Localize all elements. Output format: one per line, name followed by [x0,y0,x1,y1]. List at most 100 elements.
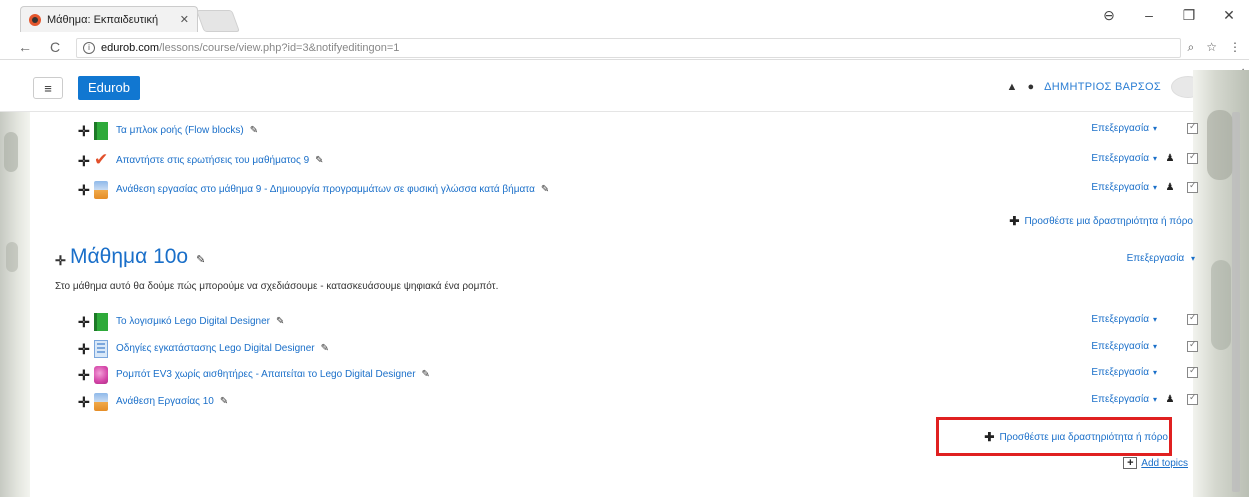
move-icon[interactable]: ✛ [78,395,90,409]
add-activity-label[interactable]: Προσθέστε μια δραστηριότητα ή πόρο [1024,216,1193,227]
chevron-down-icon[interactable]: ▾ [1153,124,1157,133]
pencil-icon[interactable]: ✎ [315,155,323,166]
info-icon[interactable]: i [83,42,95,54]
add-topics-link[interactable]: + Add topics [1123,457,1188,469]
edit-menu-link[interactable]: Επεξεργασία [1091,394,1149,405]
add-topics-label[interactable]: Add topics [1141,458,1188,469]
site-navbar: ≡ Edurob ▲ ● ΔΗΜΗΤΡΙΟΣ ΒΑΡΣΟΣ ▾ ▲ [0,60,1249,112]
chevron-down-icon[interactable]: ▾ [1153,315,1157,324]
chevron-down-icon[interactable]: ▾ [1153,154,1157,163]
activity-row: ✛ Ανάθεση εργασίας στο μάθημα 9 - Δημιου… [78,180,1198,201]
section-edit-label[interactable]: Επεξεργασία [1127,253,1185,264]
completion-checkbox[interactable] [1187,180,1198,193]
tab-close-icon[interactable]: ✕ [180,13,189,26]
restore-button[interactable]: ❐ [1169,7,1209,24]
activity-name[interactable]: Ρομπότ EV3 χωρίς αισθητήρες - Απαιτείται… [116,369,416,380]
edit-menu-link[interactable]: Επεξεργασία [1091,341,1149,352]
chevron-down-icon[interactable]: ▾ [1153,342,1157,351]
new-tab-button[interactable] [195,10,241,32]
add-activity-label[interactable]: Προσθέστε μια δραστηριότητα ή πόρο [999,432,1168,443]
activity-name[interactable]: Τα μπλοκ ροής (Flow blocks) [116,125,244,136]
activity-link[interactable]: Ρομπότ EV3 χωρίς αισθητήρες - Απαιτείται… [116,369,430,380]
completion-checkbox[interactable] [1187,339,1198,352]
messages-chat-icon[interactable]: ● [1027,81,1034,93]
activity-edit-menu: Επεξεργασία ▾ ♟ [1091,180,1198,193]
pencil-icon[interactable]: ✎ [541,184,549,195]
pencil-icon[interactable]: ✎ [220,396,228,407]
edit-menu-link[interactable]: Επεξεργασία [1091,314,1149,325]
edit-menu-link[interactable]: Επεξεργασία [1091,153,1149,164]
activity-edit-menu: Επεξεργασία ▾ [1091,312,1198,325]
activity-link[interactable]: Το λογισμικό Lego Digital Designer ✎ [116,316,284,327]
pencil-icon[interactable]: ✎ [250,125,258,136]
move-icon[interactable]: ✛ [78,315,90,329]
reload-icon[interactable]: C [50,39,60,55]
site-brand-link[interactable]: Edurob [78,76,140,100]
browser-tab[interactable]: Μάθημα: Εκπαιδευτική ✕ [20,6,198,32]
completion-checkbox[interactable] [1187,121,1198,134]
edit-menu-link[interactable]: Επεξεργασία [1091,367,1149,378]
page-scrollbar[interactable] [1231,112,1241,492]
browser-menu-icon[interactable]: ⋮ [1229,40,1241,55]
url-input[interactable]: i edurob.com/lessons/course/view.php?id=… [76,38,1181,58]
move-icon[interactable]: ✛ [78,154,90,168]
page-icon [94,340,108,358]
activity-link[interactable]: Ανάθεση Εργασίας 10 ✎ [116,396,228,407]
chevron-down-icon[interactable]: ▾ [1153,183,1157,192]
url-icon [94,366,108,384]
activity-name[interactable]: Ανάθεση Εργασίας 10 [116,396,214,407]
pencil-icon[interactable]: ✎ [196,254,205,266]
edit-menu-link[interactable]: Επεξεργασία [1091,123,1149,134]
move-icon[interactable]: ✛ [78,368,90,382]
completion-checkbox[interactable] [1187,392,1198,405]
activity-link[interactable]: Ανάθεση εργασίας στο μάθημα 9 - Δημιουργ… [116,184,549,195]
activity-name[interactable]: Το λογισμικό Lego Digital Designer [116,316,270,327]
activity-link[interactable]: Οδηγίες εγκατάστασης Lego Digital Design… [116,343,329,354]
pencil-icon[interactable]: ✎ [276,316,284,327]
nav-drawer-button[interactable]: ≡ [33,77,63,99]
activity-name[interactable]: Απαντήστε στις ερωτήσεις του μαθήματος 9 [116,155,309,166]
activity-link[interactable]: Τα μπλοκ ροής (Flow blocks) ✎ [116,125,258,136]
close-window-button[interactable]: ✕ [1209,7,1249,24]
move-icon[interactable]: ✛ [55,253,66,269]
section-edit-menu[interactable]: Επεξεργασία ▾ [1127,253,1195,264]
user-name[interactable]: ΔΗΜΗΤΡΙΟΣ ΒΑΡΣΟΣ [1044,81,1161,93]
add-activity-link[interactable]: ✚ Προσθέστε μια δραστηριότητα ή πόρο [1009,212,1193,230]
add-activity-link[interactable]: ✚ Προσθέστε μια δραστηριότητα ή πόρο [984,428,1168,446]
background-left [0,112,30,497]
pencil-icon[interactable]: ✎ [321,343,329,354]
zoom-icon[interactable]: ⌕ [1188,40,1195,55]
completion-checkbox[interactable] [1187,312,1198,325]
back-arrow-icon[interactable]: ← [18,39,32,55]
chevron-down-icon[interactable]: ▾ [1153,395,1157,404]
activity-name[interactable]: Οδηγίες εγκατάστασης Lego Digital Design… [116,343,315,354]
pencil-icon[interactable]: ✎ [422,369,430,380]
bookmark-star-icon[interactable]: ☆ [1206,40,1217,55]
account-icon[interactable]: ⊖ [1089,7,1129,24]
move-icon[interactable]: ✛ [78,342,90,356]
notifications-bell-icon[interactable]: ▲ [1007,81,1018,93]
move-icon[interactable]: ✛ [78,183,90,197]
section-title[interactable]: Μάθημα 10ο ✎ [70,245,205,269]
section-header: ✛ Μάθημα 10ο ✎ Επεξεργασία ▾ [55,245,1195,271]
edit-menu-link[interactable]: Επεξεργασία [1091,182,1149,193]
activity-row: ✛ Το λογισμικό Lego Digital Designer ✎ Επ… [78,312,1198,333]
activity-edit-menu: Επεξεργασία ▾ [1091,339,1198,352]
groups-person-icon[interactable]: ♟ [1165,394,1175,405]
move-icon[interactable]: ✛ [78,124,90,138]
chevron-down-icon[interactable]: ▾ [1153,368,1157,377]
add-icon: + [1123,457,1138,469]
quiz-icon [94,150,108,170]
minimize-button[interactable]: – [1129,7,1169,23]
site-favicon-icon [29,13,41,26]
scrollbar-thumb[interactable] [1232,112,1240,492]
groups-person-icon[interactable]: ♟ [1165,182,1175,193]
activity-link[interactable]: Απαντήστε στις ερωτήσεις του μαθήματος 9… [116,155,324,166]
completion-checkbox[interactable] [1187,151,1198,164]
course-content: ✛ Τα μπλοκ ροής (Flow blocks) ✎ Επεξεργασ… [30,112,1198,497]
completion-checkbox[interactable] [1187,365,1198,378]
activity-name[interactable]: Ανάθεση εργασίας στο μάθημα 9 - Δημιουργ… [116,184,535,195]
section-title-text[interactable]: Μάθημα 10ο [70,245,188,268]
chevron-down-icon[interactable]: ▾ [1191,254,1195,263]
groups-person-icon[interactable]: ♟ [1165,153,1175,164]
